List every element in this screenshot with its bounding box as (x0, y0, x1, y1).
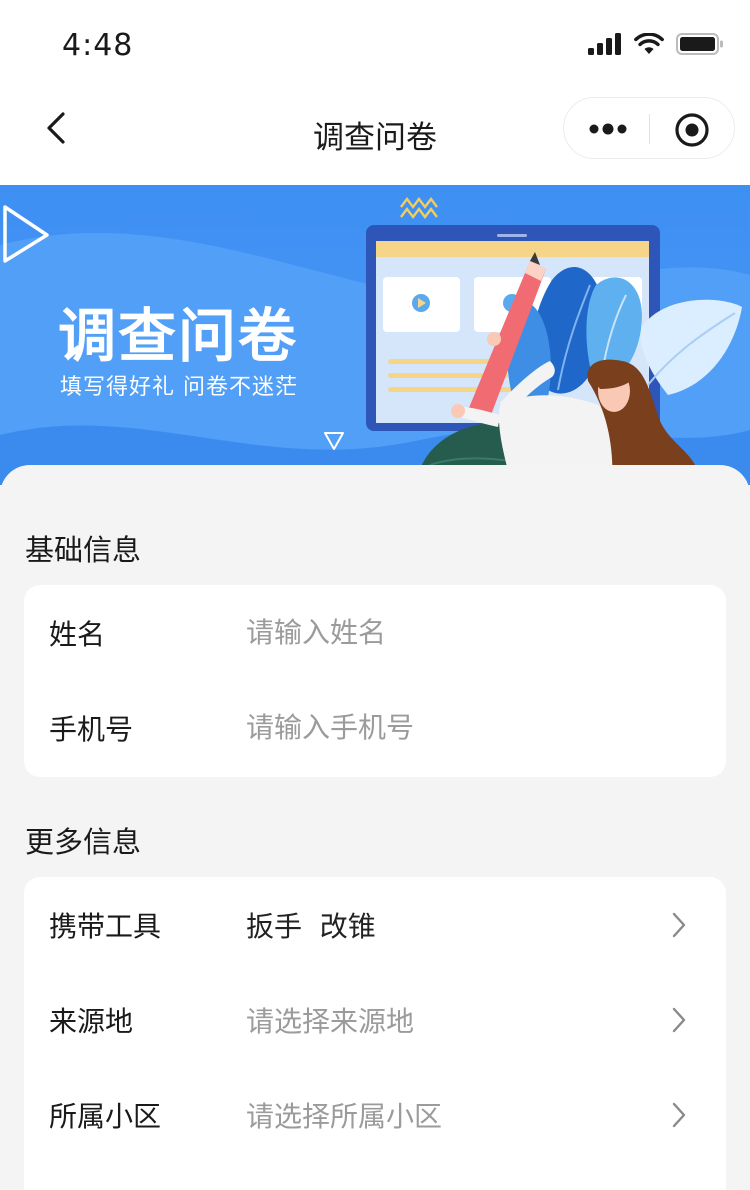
chevron-right-icon (672, 1102, 686, 1128)
banner-subtitle: 填写得好礼 问卷不迷茫 (60, 375, 298, 400)
more-dots-icon (589, 123, 627, 135)
more-info-card: 携带工具 扳手 改锥 来源地 请选择来源地 所属小区 请选择所属小区 (24, 877, 726, 1190)
origin-select-placeholder: 请选择来源地 (246, 1005, 415, 1038)
form-row-phone: 手机号 (24, 680, 726, 775)
form-content: 基础信息 姓名 手机号 更多信息 携带工具 扳手 改锥 来源地 请选择来源地 (0, 465, 750, 1190)
form-row-tools[interactable]: 携带工具 扳手 改锥 (24, 877, 726, 972)
field-label-community: 所属小区 (49, 1100, 162, 1133)
phone-input[interactable] (246, 702, 686, 752)
form-row-community[interactable]: 所属小区 请选择所属小区 (24, 1067, 726, 1162)
chevron-right-icon (672, 912, 686, 938)
tools-value: 扳手 改锥 (246, 910, 376, 943)
name-input[interactable] (246, 607, 686, 657)
community-select-placeholder: 请选择所属小区 (246, 1100, 443, 1133)
target-close-icon (675, 113, 709, 147)
section-title-basic: 基础信息 (25, 533, 142, 567)
field-label-name: 姓名 (49, 618, 106, 651)
chevron-right-icon (672, 1007, 686, 1033)
signal-icon (588, 33, 621, 55)
capsule-divider (649, 114, 650, 144)
form-row-name: 姓名 (24, 585, 726, 680)
survey-banner: 调查问卷 填写得好礼 问卷不迷茫 (0, 185, 750, 485)
section-title-more: 更多信息 (25, 825, 142, 859)
status-icons (588, 33, 724, 55)
form-row-origin[interactable]: 来源地 请选择来源地 (24, 972, 726, 1067)
field-label-tools: 携带工具 (49, 910, 162, 943)
more-button[interactable] (582, 114, 634, 144)
wifi-icon (634, 33, 664, 54)
field-label-phone: 手机号 (49, 713, 134, 746)
status-bar: 4:48 (0, 0, 750, 96)
battery-icon (676, 33, 723, 55)
close-button[interactable] (674, 112, 710, 148)
banner-title: 调查问卷 (58, 302, 299, 370)
nav-bar: 调查问卷 (0, 96, 750, 186)
field-label-origin: 来源地 (49, 1005, 134, 1038)
basic-info-card: 姓名 手机号 (24, 585, 726, 777)
mini-program-capsule (563, 97, 735, 159)
status-time: 4:48 (62, 28, 134, 63)
